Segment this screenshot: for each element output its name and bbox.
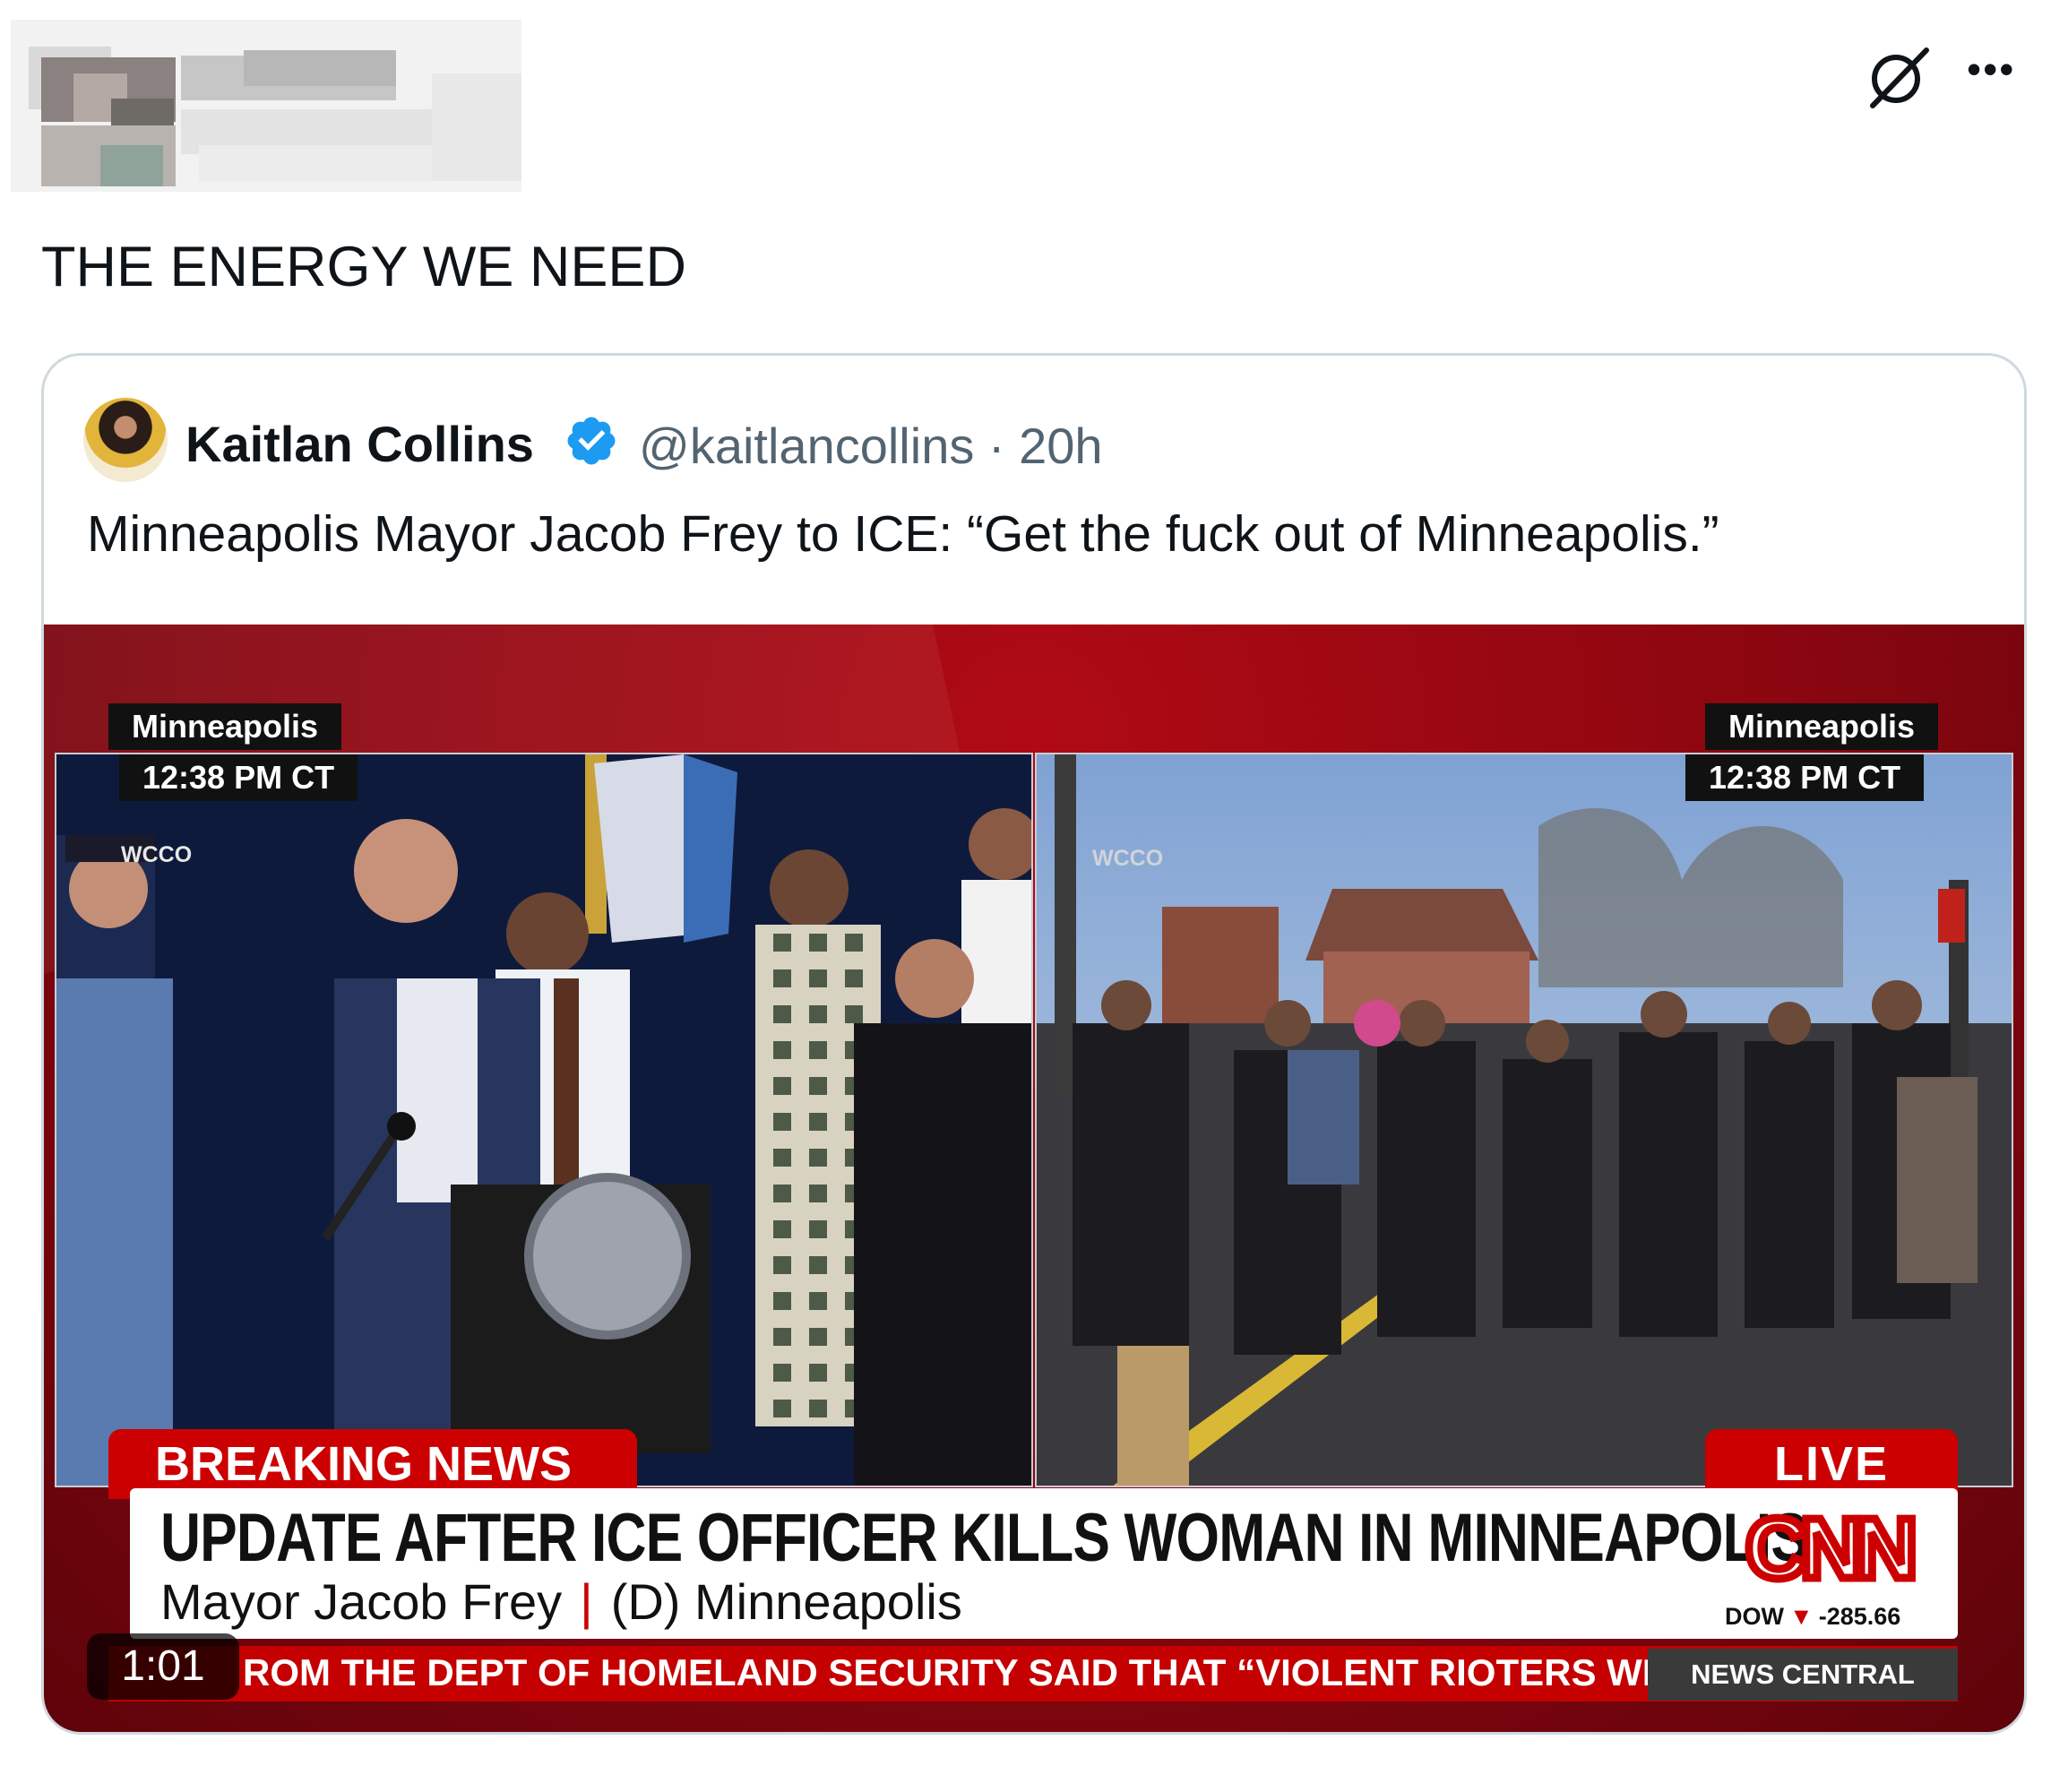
down-triangle-icon: ▼ — [1788, 1603, 1814, 1630]
right-wcco-watermark: WCCO — [1092, 846, 1164, 871]
right-video-feed: 12:38 PM CT WCCO — [1035, 753, 2013, 1487]
left-video-feed: 12:38 PM CT WCCO — [55, 753, 1033, 1487]
post-text: THE ENERGY WE NEED — [41, 236, 686, 298]
quoted-author-name[interactable]: Kaitlan Collins — [185, 415, 534, 473]
lower-third-banner: UPDATE AFTER ICE OFFICER KILLS WOMAN IN … — [130, 1488, 1958, 1639]
right-time-label: 12:38 PM CT — [1685, 754, 1925, 801]
quoted-author-handle-time[interactable]: @kaitlancollins · 20h — [639, 417, 1103, 475]
speaker-party: (D) Minneapolis — [610, 1573, 962, 1630]
video-player[interactable]: 12:38 PM CT WCCO 12:38 PM CT WCCO Minnea… — [44, 625, 2024, 1732]
speaker-name: Mayor Jacob Frey — [160, 1573, 563, 1630]
more-icon[interactable]: ••• — [1967, 47, 2029, 91]
redacted-author-header — [11, 20, 521, 192]
dow-value: -285.66 — [1818, 1603, 1901, 1630]
subline-separator: | — [580, 1573, 593, 1630]
news-central-label: NEWS CENTRAL — [1648, 1649, 1958, 1701]
grok-icon[interactable] — [1864, 43, 1934, 113]
cnn-logo-icon: CNN — [1742, 1499, 1922, 1598]
video-duration: 1:01 — [87, 1633, 239, 1700]
svg-text:CNN: CNN — [1745, 1501, 1912, 1597]
left-location-label: Minneapolis — [108, 703, 342, 750]
news-subline: Mayor Jacob Frey | (D) Minneapolis — [160, 1572, 962, 1631]
dow-label: DOW — [1725, 1603, 1784, 1630]
news-headline: UPDATE AFTER ICE OFFICER KILLS WOMAN IN … — [160, 1500, 1808, 1576]
right-location-label: Minneapolis — [1705, 703, 1939, 750]
press-conference-scene — [56, 754, 1031, 1486]
left-wcco-watermark: WCCO — [121, 842, 193, 867]
quoted-post-card[interactable]: Kaitlan Collins @kaitlancollins · 20h Mi… — [41, 353, 2027, 1735]
verified-badge-icon — [567, 417, 616, 465]
quoted-author-avatar[interactable] — [83, 398, 168, 482]
crowd-scene — [1037, 754, 2012, 1486]
quoted-post-text: Minneapolis Mayor Jacob Frey to ICE: “Ge… — [87, 505, 1719, 563]
dow-ticker: DOW ▼ -285.66 — [1725, 1603, 1900, 1631]
left-time-label: 12:38 PM CT — [119, 754, 358, 801]
